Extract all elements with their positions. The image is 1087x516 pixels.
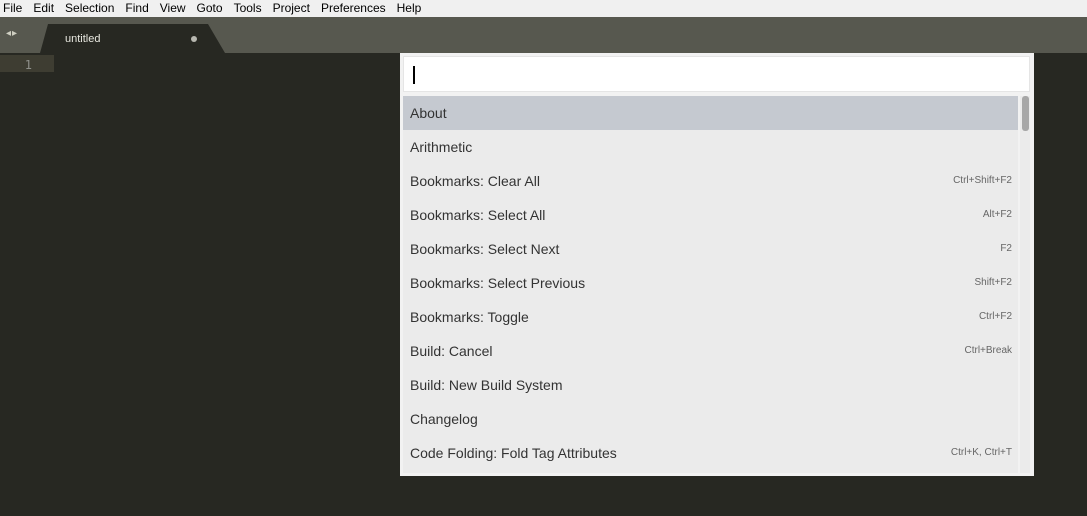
- text-caret: [413, 66, 415, 84]
- menu-view[interactable]: View: [155, 0, 192, 17]
- command-palette: About Arithmetic Bookmarks: Clear All Ct…: [400, 53, 1034, 476]
- command-label: Bookmarks: Select Previous: [410, 275, 586, 291]
- menu-edit[interactable]: Edit: [28, 0, 60, 17]
- command-shortcut: Ctrl+Shift+F2: [953, 175, 1012, 186]
- command-list: About Arithmetic Bookmarks: Clear All Ct…: [403, 96, 1018, 473]
- command-shortcut: F2: [1000, 243, 1012, 254]
- command-item-changelog[interactable]: Changelog: [403, 402, 1018, 436]
- menu-project[interactable]: Project: [268, 0, 316, 17]
- menu-help[interactable]: Help: [392, 0, 428, 17]
- command-label: Bookmarks: Select All: [410, 207, 546, 223]
- command-item-bookmarks-clear-all[interactable]: Bookmarks: Clear All Ctrl+Shift+F2: [403, 164, 1018, 198]
- menu-file[interactable]: File: [0, 0, 28, 17]
- command-shortcut: Ctrl+F2: [978, 311, 1012, 322]
- unsaved-dot-icon[interactable]: [191, 36, 197, 42]
- command-item-bookmarks-toggle[interactable]: Bookmarks: Toggle Ctrl+F2: [403, 300, 1018, 334]
- command-label: Bookmarks: Clear All: [410, 173, 540, 189]
- menu-selection[interactable]: Selection: [60, 0, 120, 17]
- command-label: Build: Cancel: [410, 343, 493, 359]
- menu-goto[interactable]: Goto: [192, 0, 229, 17]
- menu-find[interactable]: Find: [120, 0, 154, 17]
- command-shortcut: Alt+F2: [982, 209, 1012, 220]
- command-shortcut: Ctrl+K, Ctrl+T: [950, 447, 1012, 458]
- menu-tools[interactable]: Tools: [229, 0, 268, 17]
- command-label: Changelog: [410, 411, 478, 427]
- command-label: Arithmetic: [410, 139, 473, 155]
- tab-bar: ◂▸ untitled: [0, 17, 1087, 53]
- command-item-code-folding-fold-tag-attributes[interactable]: Code Folding: Fold Tag Attributes Ctrl+K…: [403, 436, 1018, 470]
- command-shortcut: Shift+F2: [974, 277, 1012, 288]
- menu-preferences[interactable]: Preferences: [316, 0, 392, 17]
- command-label: Build: New Build System: [410, 377, 563, 393]
- command-item-bookmarks-select-all[interactable]: Bookmarks: Select All Alt+F2: [403, 198, 1018, 232]
- line-number: 1: [24, 58, 32, 72]
- command-item-build-cancel[interactable]: Build: Cancel Ctrl+Break: [403, 334, 1018, 368]
- command-label: About: [410, 105, 447, 121]
- current-line-gutter: 1: [0, 55, 54, 72]
- command-shortcut: Ctrl+Break: [964, 345, 1012, 356]
- command-item-build-new-build-system[interactable]: Build: New Build System: [403, 368, 1018, 402]
- command-item-arithmetic[interactable]: Arithmetic: [403, 130, 1018, 164]
- command-item-bookmarks-select-next[interactable]: Bookmarks: Select Next F2: [403, 232, 1018, 266]
- command-label: Bookmarks: Select Next: [410, 241, 560, 257]
- command-palette-input[interactable]: [404, 57, 1029, 91]
- command-list-scrollbar[interactable]: [1020, 96, 1030, 473]
- menu-bar: File Edit Selection Find View Goto Tools…: [0, 0, 1087, 17]
- command-item-bookmarks-select-previous[interactable]: Bookmarks: Select Previous Shift+F2: [403, 266, 1018, 300]
- command-label: Code Folding: Fold Tag Attributes: [410, 445, 617, 461]
- command-label: Bookmarks: Toggle: [410, 309, 529, 325]
- tab-untitled[interactable]: untitled: [40, 24, 225, 53]
- command-palette-input-box: [403, 56, 1030, 92]
- tab-label: untitled: [65, 33, 101, 45]
- tab-navigation-arrows-icon[interactable]: ◂▸: [6, 28, 18, 39]
- command-item-about[interactable]: About: [403, 96, 1018, 130]
- scrollbar-thumb[interactable]: [1022, 96, 1029, 131]
